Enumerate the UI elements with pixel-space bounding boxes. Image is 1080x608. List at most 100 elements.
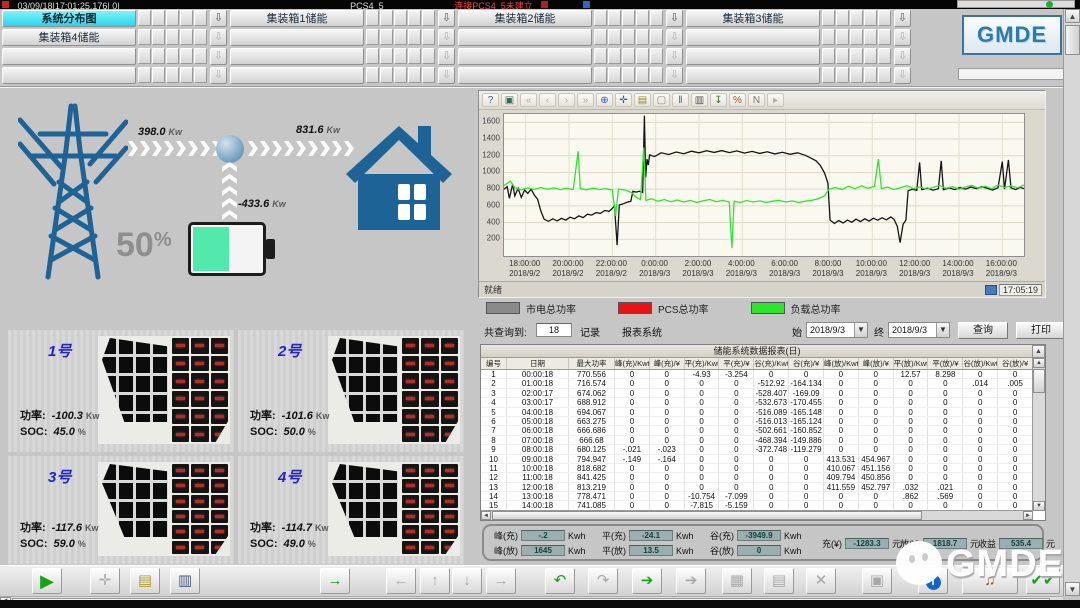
tab-dropdown-arrow-icon[interactable]: ⇩ [438,10,455,27]
tab-blank[interactable] [230,29,364,46]
tab-dropdown-arrow-icon[interactable]: ⇩ [666,67,683,84]
help-icon[interactable]: ? [482,93,499,107]
tab-dropdown-arrow-icon[interactable]: ⇩ [210,29,227,46]
scroll-thumb[interactable] [1033,369,1045,393]
tab-集装箱3储能[interactable]: 集装箱3储能 [686,10,820,27]
audio-button[interactable]: ♫ [962,568,1018,594]
table-row[interactable]: 100:00:18770.55600-4.93-3.254000012.578.… [481,370,1033,379]
nav-right-button[interactable]: → [486,568,516,594]
table-row[interactable]: 908:00:18680.125-.021-.02300-372.748-119… [481,445,1033,454]
prev-icon[interactable]: ‹ [539,93,556,107]
tab-dropdown-arrow-icon[interactable]: ⇩ [666,29,683,46]
new-report-button[interactable]: ▤ [130,568,160,594]
alarm-drive-icon[interactable] [541,1,548,8]
scroll-up-icon[interactable]: ▲ [1065,9,1080,23]
scroll-right-icon[interactable]: ► [1023,511,1033,520]
tab-blank[interactable] [458,29,592,46]
probe-button[interactable]: ✛ [90,568,120,594]
table-row[interactable]: 807:00:18666.680000-468.394-149.88600000… [481,436,1033,445]
preview-button[interactable]: ▣ [862,568,892,594]
scroll-down-icon[interactable]: ▼ [1065,582,1080,596]
redo-button[interactable]: ↷ [588,568,618,594]
run-button[interactable]: ▶ [32,568,62,594]
query-button[interactable]: 查询 [958,322,1008,339]
undo-button[interactable]: ↶ [545,568,575,594]
nav-down-button[interactable]: ↓ [452,568,482,594]
label-icon[interactable]: N [748,93,765,107]
tab-dropdown-arrow-icon[interactable]: ⇩ [438,67,455,84]
pan-icon[interactable]: ✛ [615,93,632,107]
tab-dropdown-arrow-icon[interactable]: ⇩ [210,67,227,84]
tab-dropdown-arrow-icon[interactable]: ⇩ [438,48,455,65]
table-row[interactable]: 1009:00:18794.947-.149-.1640000413.53145… [481,455,1033,464]
windows-button[interactable]: ▦ [722,568,752,594]
table-row[interactable]: 403:00:17688.9120000-532.673-170.4550000… [481,398,1033,407]
scroll-thumb[interactable] [492,511,922,520]
percent-icon[interactable]: % [729,93,746,107]
series-icon[interactable]: ▤ [634,93,651,107]
tab-dropdown-arrow-icon[interactable]: ⇩ [666,48,683,65]
table-horizontal-scrollbar[interactable]: ◄ ► [481,510,1033,520]
zoom-icon[interactable]: ⊕ [596,93,613,107]
tab-dropdown-arrow-icon[interactable]: ⇩ [894,48,911,65]
tab-dropdown-arrow-icon[interactable]: ⇩ [210,10,227,27]
report-list-button[interactable]: ▥ [170,568,200,594]
tab-blank[interactable] [230,67,364,84]
grid-icon[interactable]: ▢ [653,93,670,107]
tab-dropdown-arrow-icon[interactable]: ⇩ [894,67,911,84]
table-row[interactable]: 201:00:18716.5740000-512.92-164.1340000.… [481,379,1033,388]
record-count-input[interactable]: 18 [536,323,572,337]
first-icon[interactable]: « [520,93,537,107]
window-vertical-scrollbar[interactable]: ▲ ▼ [1063,9,1080,596]
tab-blank[interactable] [458,48,592,65]
table-row[interactable]: 706:00:18666.6860000-502.661-160.8520000… [481,426,1033,435]
confirm-button[interactable]: ✔✔ [1026,568,1060,594]
tab-集装箱1储能[interactable]: 集装箱1储能 [230,10,364,27]
print-icon[interactable]: ▥ [691,93,708,107]
tab-blank[interactable] [230,48,364,65]
last-icon[interactable]: » [577,93,594,107]
next-icon[interactable]: › [558,93,575,107]
forward-button[interactable]: ➔ [676,568,706,594]
tab-dropdown-arrow-icon[interactable]: ⇩ [894,29,911,46]
tab-blank[interactable] [458,67,592,84]
table-row[interactable]: 504:00:18694.0670000-516.089-165.1480000… [481,408,1033,417]
nav-up-button[interactable]: ↑ [420,568,450,594]
tab-blank[interactable] [2,48,136,65]
scroll-down-icon[interactable]: ▼ [1033,501,1045,511]
pause-icon[interactable]: ‖ [672,93,689,107]
alarm-blue-icon[interactable] [583,1,590,8]
start-date-select[interactable]: 2018/9/3▼ [806,322,868,338]
scroll-up-icon[interactable]: ▲ [1032,345,1045,358]
chart-plot-area[interactable] [503,113,1025,257]
enter-page-button[interactable]: ➔ [632,568,662,594]
scroll-left-icon[interactable]: ◄ [481,511,491,520]
end-date-select[interactable]: 2018/9/3▼ [888,322,950,338]
close-page-button[interactable]: ✕ [806,568,836,594]
table-row[interactable]: 1110:00:18818.682000000410.067451.156000… [481,464,1033,473]
print-button[interactable]: 打印 [1016,322,1066,339]
tab-blank[interactable] [686,29,820,46]
pages-button[interactable]: ▤ [764,568,794,594]
scroll-thumb[interactable] [1065,25,1080,55]
table-row[interactable]: 1211:00:18841.425000000409.794450.856000… [481,473,1033,482]
save-icon[interactable]: ↧ [710,93,727,107]
data-load-button[interactable]: → [320,568,350,594]
table-vertical-scrollbar[interactable]: ▲ ▼ [1032,358,1045,511]
nav-left-button[interactable]: ← [386,568,416,594]
info-button[interactable]: i [918,568,948,594]
tab-dropdown-arrow-icon[interactable]: ⇩ [210,48,227,65]
tab-blank[interactable] [686,67,820,84]
table-row[interactable]: 605:00:18663.2750000-516.013-165.1240000… [481,417,1033,426]
tab-系统分布图[interactable]: 系统分布图 [2,10,136,27]
play-icon[interactable]: ▸ [767,93,784,107]
table-row[interactable]: 1312:00:18813.219000000411.559452.797.03… [481,483,1033,492]
tab-集装箱2储能[interactable]: 集装箱2储能 [458,10,592,27]
tab-dropdown-arrow-icon[interactable]: ⇩ [894,10,911,27]
chart-canvas[interactable] [504,114,1024,256]
tab-blank[interactable] [686,48,820,65]
tab-blank[interactable] [2,67,136,84]
tab-集装箱4储能[interactable]: 集装箱4储能 [2,29,136,46]
table-row[interactable]: 1413:00:18778.47100-10.754-7.0990000.862… [481,492,1033,501]
chevron-down-icon[interactable]: ▼ [854,323,867,337]
